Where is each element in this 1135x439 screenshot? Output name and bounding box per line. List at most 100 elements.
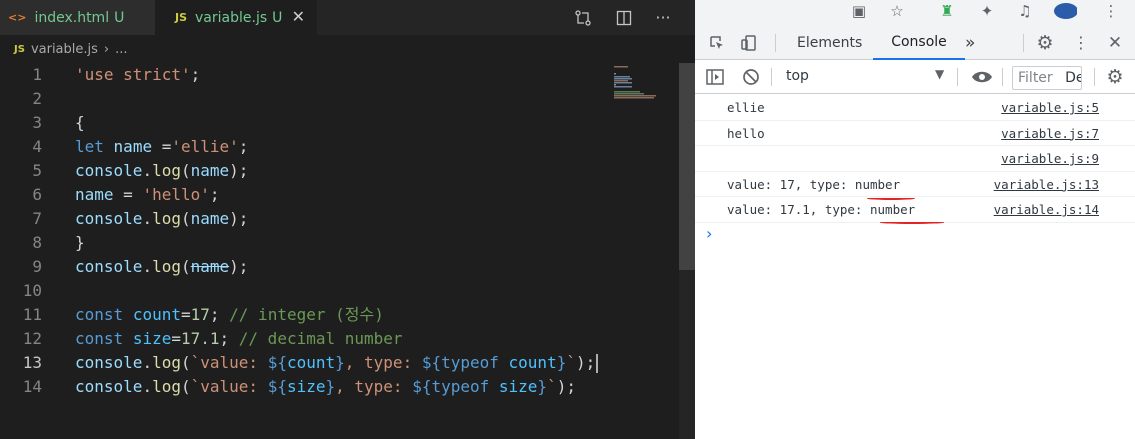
- code-token: (: [180, 209, 191, 228]
- source-link[interactable]: variable.js:5: [1001, 95, 1099, 121]
- source-link[interactable]: variable.js:13: [994, 172, 1099, 198]
- code-token: `value:: [190, 353, 268, 372]
- code-text: }: [75, 231, 85, 255]
- line-number: 9: [32, 257, 42, 276]
- code-token: size: [498, 377, 538, 396]
- more-tabs-icon[interactable]: »: [965, 25, 975, 60]
- more-actions-icon[interactable]: ···: [648, 0, 678, 35]
- code-line[interactable]: 1 'use strict';: [0, 63, 610, 87]
- line-number: 11: [22, 305, 42, 324]
- code-line[interactable]: 6 name = 'hello';: [0, 183, 610, 207]
- code-line[interactable]: 10: [0, 279, 610, 303]
- code-line[interactable]: 7 console.log(name);: [0, 207, 610, 231]
- breadcrumb-symbol[interactable]: ...: [115, 42, 127, 57]
- code-token: const: [75, 305, 124, 324]
- split-editor-icon[interactable]: [609, 0, 639, 35]
- code-token: log: [152, 257, 181, 276]
- code-line[interactable]: 9 console.log(name);: [0, 255, 610, 279]
- code-text: let name ='ellie';: [75, 135, 248, 159]
- code-text: const count=17; // integer (정수): [75, 303, 384, 327]
- puzzle-icon[interactable]: ✦: [975, 0, 999, 22]
- tab-label: variable.js: [195, 9, 268, 26]
- browser-menu-icon[interactable]: ⋮: [1099, 0, 1123, 22]
- close-icon[interactable]: ✕: [292, 7, 305, 26]
- tab-variable-js[interactable]: JS variable.js U ✕: [155, 0, 317, 35]
- code-text: console.log(`value: ${count}, type: ${ty…: [75, 351, 599, 375]
- code-token: .: [142, 377, 153, 396]
- device-toolbar-icon[interactable]: [737, 25, 761, 60]
- star-icon[interactable]: ☆: [885, 0, 909, 22]
- code-token: }: [335, 353, 345, 372]
- customize-menu-icon[interactable]: ⋮: [1069, 25, 1093, 60]
- scrollbar-thumb[interactable]: [679, 63, 695, 270]
- line-number: 4: [32, 137, 42, 156]
- context-selector[interactable]: top: [786, 68, 809, 84]
- line-number: 6: [32, 185, 42, 204]
- code-text: {: [75, 111, 85, 135]
- source-link[interactable]: variable.js:14: [994, 197, 1099, 223]
- code-area[interactable]: 1'use strict'; 2 3{ 4 let name ='ellie'; 5 con…: [0, 63, 610, 399]
- console-message: variable.js:9: [695, 146, 1135, 172]
- code-line[interactable]: 12 const size=17.1; // decimal number: [0, 327, 610, 351]
- code-token: }: [556, 353, 567, 372]
- code-token: {: [75, 113, 85, 132]
- code-token: =: [171, 329, 181, 348]
- code-token: 17: [190, 305, 210, 324]
- code-line[interactable]: 8}: [0, 231, 610, 255]
- console-message: hello variable.js:7: [695, 121, 1135, 147]
- inspect-element-icon[interactable]: [705, 25, 729, 60]
- minimap[interactable]: [612, 64, 678, 104]
- code-line[interactable]: 4 let name ='ellie';: [0, 135, 610, 159]
- code-token: `: [566, 353, 576, 372]
- browser-toolbar: ▣ ☆ ♜ ✦ ♫ ⋮: [695, 0, 1135, 25]
- console-settings-icon[interactable]: ⚙: [1103, 60, 1127, 94]
- code-line[interactable]: 3{: [0, 111, 610, 135]
- code-token: count: [508, 353, 557, 372]
- line-number: 12: [22, 329, 42, 348]
- code-token: =: [152, 137, 172, 156]
- settings-icon[interactable]: ⚙: [1033, 25, 1057, 60]
- clear-console-icon[interactable]: [739, 60, 763, 94]
- default-levels-dropdown[interactable]: De: [1065, 70, 1081, 86]
- sidebar-toggle-icon[interactable]: [703, 60, 727, 94]
- console-prompt[interactable]: ›: [695, 223, 1135, 247]
- code-token: size: [132, 329, 172, 348]
- eye-icon[interactable]: [968, 60, 996, 94]
- breadcrumb-file[interactable]: variable.js: [31, 42, 98, 57]
- code-token: name: [113, 137, 153, 156]
- line-number: 5: [32, 161, 42, 180]
- translate-icon[interactable]: ▣: [847, 0, 871, 22]
- code-editor[interactable]: <> index.html U JS variable.js U ✕ ··· J…: [0, 0, 695, 439]
- code-token: );: [229, 161, 249, 180]
- code-line[interactable]: 14 console.log(`value: ${size}, type: ${t…: [0, 375, 610, 399]
- tab-console[interactable]: Console: [873, 25, 965, 60]
- code-text: name = 'hello';: [75, 183, 220, 207]
- code-token: name: [190, 161, 230, 180]
- devtools-panel: ▣ ☆ ♜ ✦ ♫ ⋮ Elements Console » ⚙ ⋮ ✕ top…: [695, 0, 1135, 439]
- code-line[interactable]: 5 console.log(name);: [0, 159, 610, 183]
- code-token: typeof: [441, 353, 499, 372]
- line-number: 14: [22, 377, 42, 396]
- open-changes-icon[interactable]: [568, 0, 598, 35]
- avatar[interactable]: [1053, 0, 1077, 22]
- filter-input[interactable]: Filter De: [1012, 66, 1082, 90]
- source-link[interactable]: variable.js:9: [1001, 146, 1099, 172]
- close-devtools-icon[interactable]: ✕: [1103, 25, 1127, 60]
- code-token: }: [75, 233, 85, 252]
- source-link[interactable]: variable.js:7: [1001, 121, 1099, 147]
- extension-icon[interactable]: ♜: [935, 0, 959, 22]
- untracked-badge: U: [272, 9, 283, 26]
- media-icon[interactable]: ♫: [1013, 0, 1037, 22]
- tab-index-html[interactable]: <> index.html U: [0, 0, 155, 35]
- code-line[interactable]: 2: [0, 87, 610, 111]
- code-line[interactable]: 13 console.log(`value: ${count}, type: ${…: [0, 351, 610, 375]
- code-token: console: [75, 161, 143, 180]
- code-token: 17.1: [180, 329, 220, 348]
- code-text: const size=17.1; // decimal number: [75, 327, 403, 351]
- tab-elements[interactable]: Elements: [797, 25, 862, 60]
- js-file-icon: JS: [175, 11, 188, 24]
- code-token: ;: [238, 137, 249, 156]
- html-file-icon: <>: [8, 11, 27, 24]
- code-line[interactable]: 11 const count=17; // integer (정수): [0, 303, 610, 327]
